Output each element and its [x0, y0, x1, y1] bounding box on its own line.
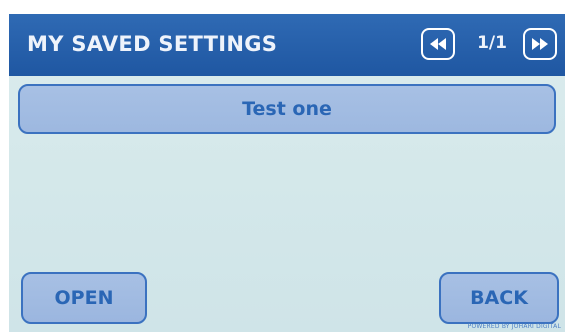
saved-setting-item[interactable]: Test one: [18, 84, 556, 134]
previous-page-button[interactable]: [421, 28, 455, 60]
device-frame: MY SAVED SETTINGS 1/1 Test one OPEN BACK…: [0, 0, 570, 332]
page-indicator: 1/1: [477, 33, 507, 53]
saved-settings-list: Test one: [18, 84, 556, 134]
open-button-label: OPEN: [54, 287, 114, 309]
next-page-button[interactable]: [523, 28, 557, 60]
open-button[interactable]: OPEN: [21, 272, 147, 324]
fast-forward-icon: [532, 38, 548, 50]
back-button-label: BACK: [470, 287, 528, 309]
header-bar: MY SAVED SETTINGS 1/1: [9, 14, 565, 76]
touch-screen: MY SAVED SETTINGS 1/1 Test one OPEN BACK…: [9, 14, 565, 332]
saved-setting-label: Test one: [242, 98, 332, 120]
page-title: MY SAVED SETTINGS: [27, 32, 278, 56]
rewind-icon: [430, 38, 446, 50]
back-button[interactable]: BACK: [439, 272, 559, 324]
powered-by-watermark: POWERED BY JOHARI DIGITAL: [467, 323, 561, 330]
